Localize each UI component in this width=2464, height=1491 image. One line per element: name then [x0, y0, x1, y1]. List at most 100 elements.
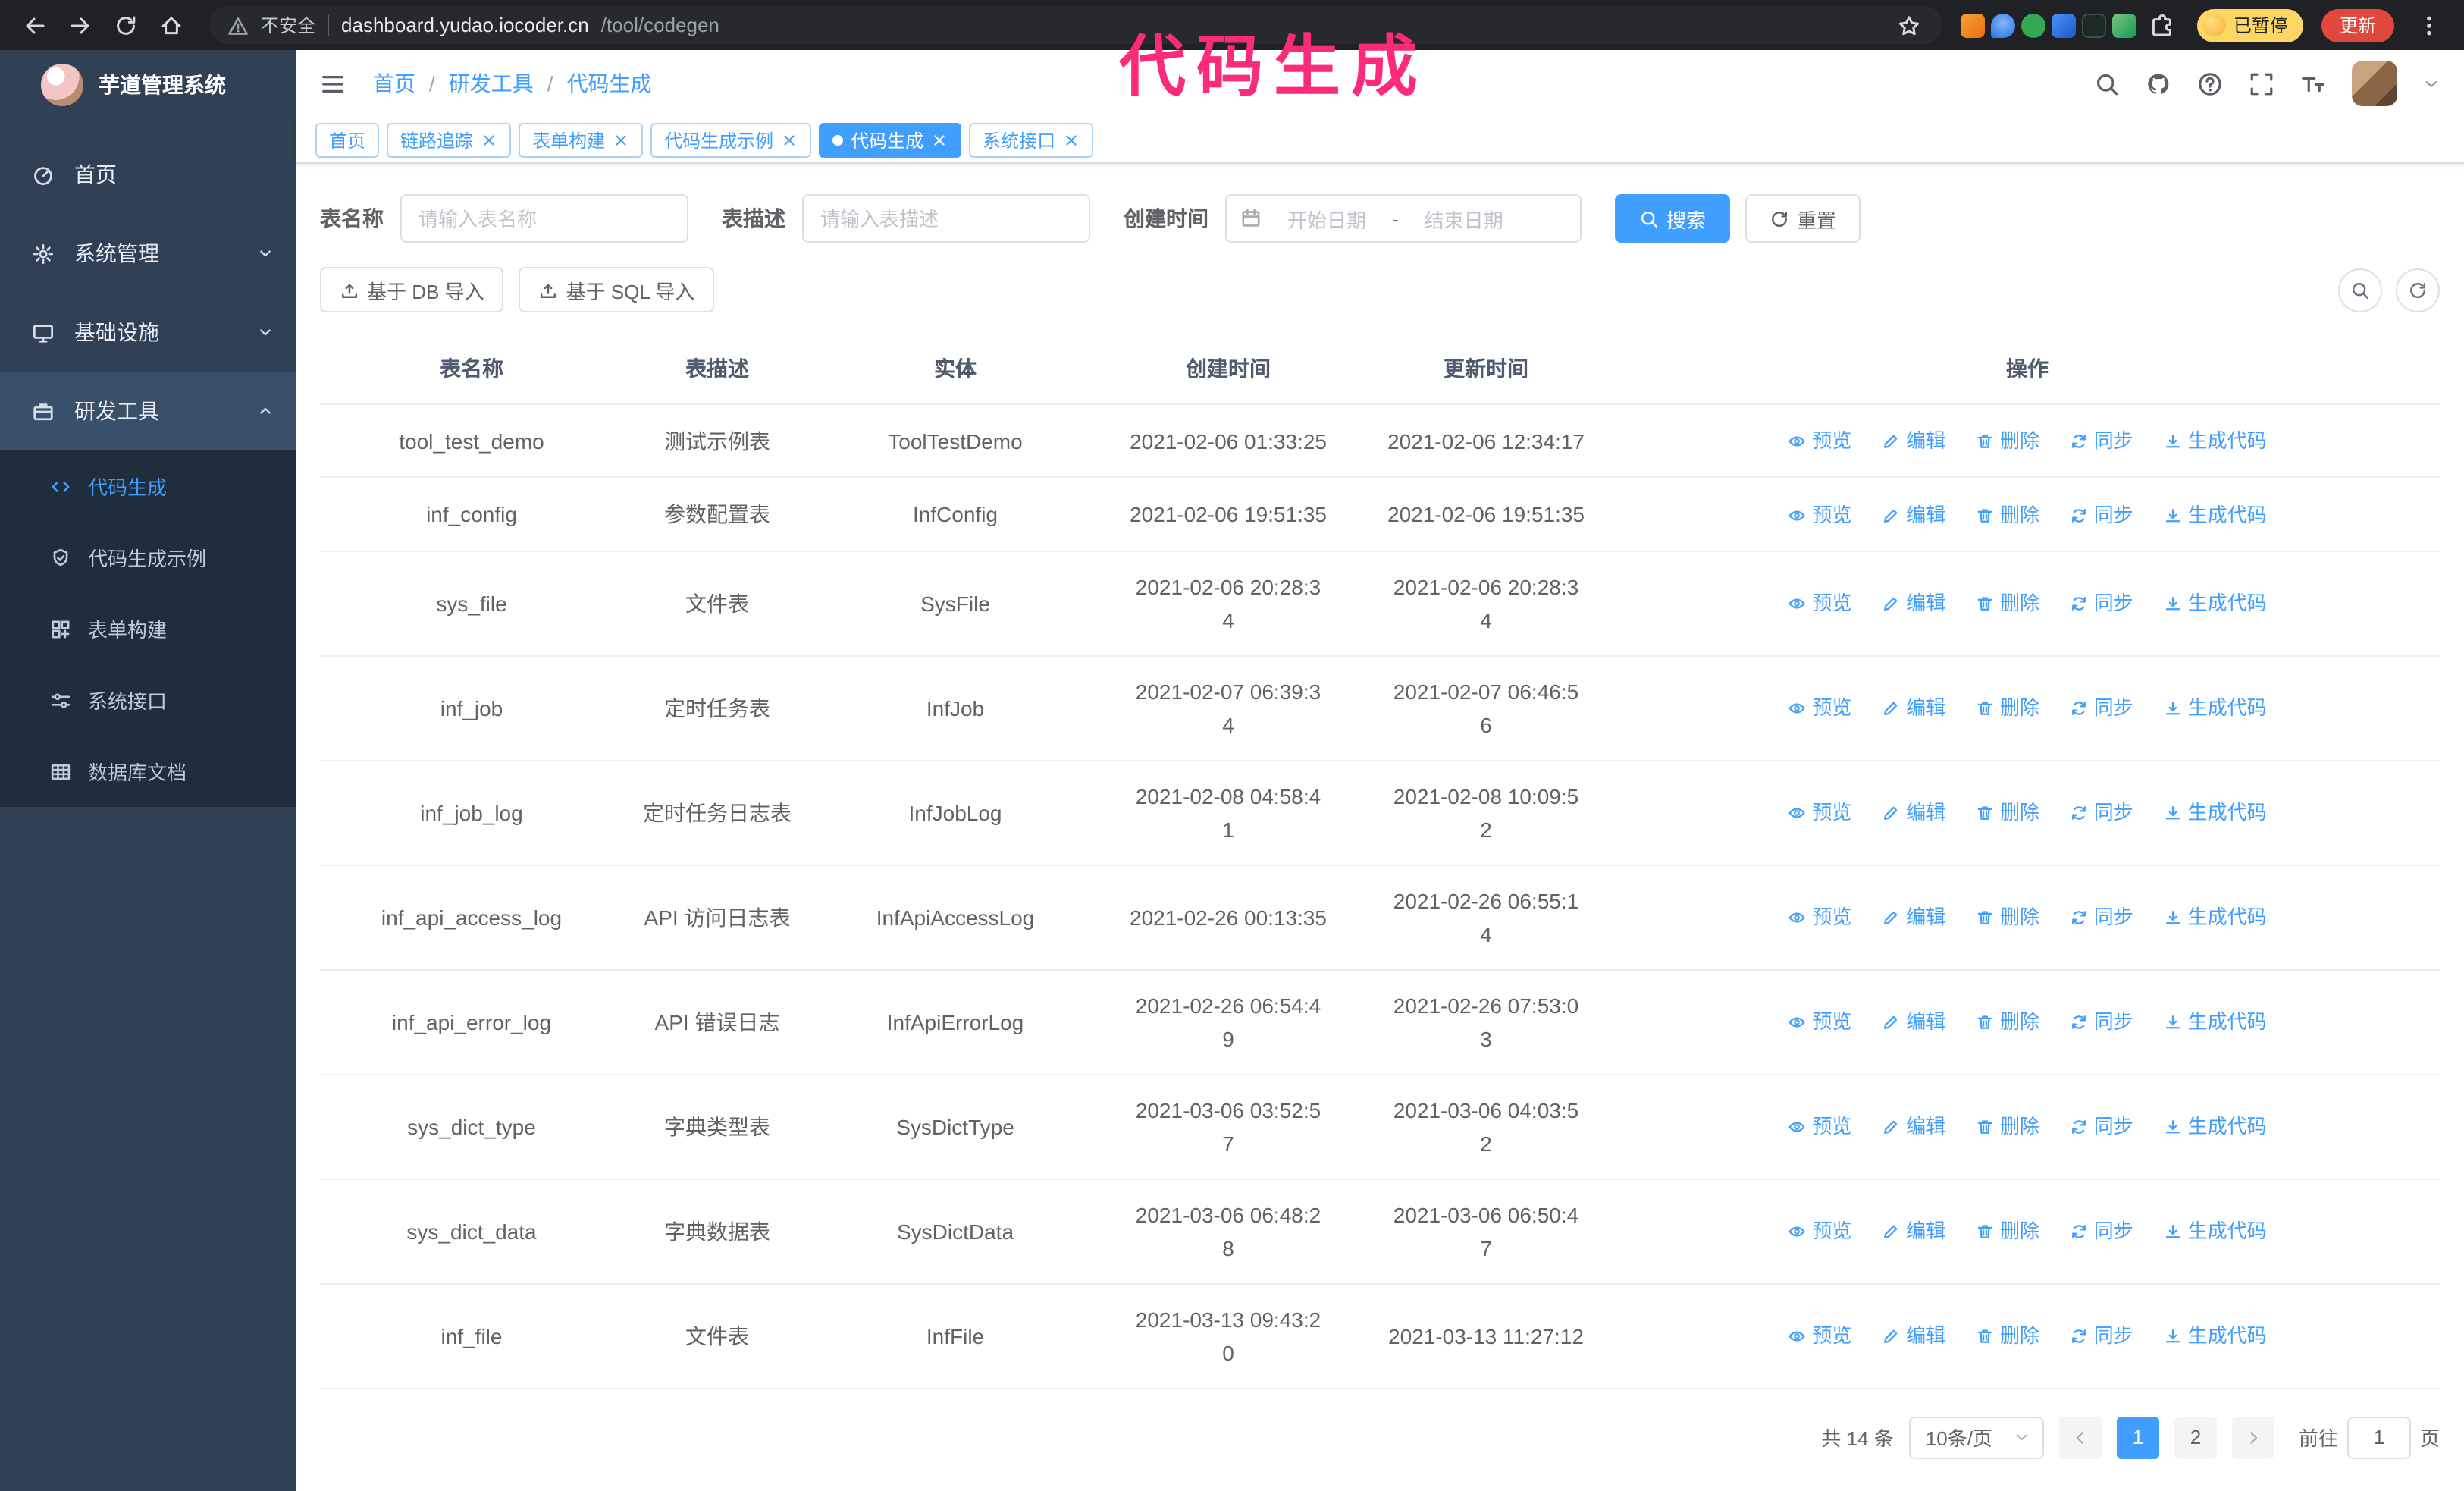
page-button-1[interactable]: 1	[2116, 1416, 2159, 1459]
delete-link[interactable]: 删除	[1976, 1320, 2039, 1353]
sync-link[interactable]: 同步	[2070, 1215, 2133, 1248]
refresh-table-button[interactable]	[2396, 268, 2440, 312]
prev-page-button[interactable]	[2058, 1416, 2102, 1459]
edit-link[interactable]: 编辑	[1882, 1006, 1945, 1039]
preview-link[interactable]: 预览	[1788, 1215, 1851, 1248]
breadcrumb-devtools[interactable]: 研发工具	[449, 68, 534, 99]
generate-code-link[interactable]: 生成代码	[2164, 1320, 2267, 1353]
preview-link[interactable]: 预览	[1788, 498, 1851, 532]
generate-code-link[interactable]: 生成代码	[2164, 796, 2267, 830]
delete-link[interactable]: 删除	[1976, 1006, 2039, 1039]
sidebar-item-api[interactable]: 系统接口	[0, 664, 296, 736]
generate-code-link[interactable]: 生成代码	[2164, 1006, 2267, 1039]
sync-link[interactable]: 同步	[2070, 425, 2133, 459]
sync-link[interactable]: 同步	[2070, 692, 2133, 725]
edit-link[interactable]: 编辑	[1882, 1110, 1945, 1144]
edit-link[interactable]: 编辑	[1882, 425, 1945, 459]
extension-icon-6[interactable]	[2111, 13, 2136, 37]
extensions-puzzle-button[interactable]	[2143, 5, 2182, 45]
delete-link[interactable]: 删除	[1976, 498, 2039, 532]
preview-link[interactable]: 预览	[1788, 1110, 1851, 1144]
generate-code-link[interactable]: 生成代码	[2164, 498, 2267, 532]
preview-link[interactable]: 预览	[1788, 796, 1851, 830]
goto-page-input[interactable]	[2346, 1416, 2411, 1459]
sync-link[interactable]: 同步	[2070, 1006, 2133, 1039]
tag-form-builder[interactable]: 表单构建	[519, 122, 644, 157]
delete-link[interactable]: 删除	[1976, 587, 2039, 620]
edit-link[interactable]: 编辑	[1882, 587, 1945, 620]
generate-code-link[interactable]: 生成代码	[2164, 587, 2267, 620]
font-size-button[interactable]	[2300, 71, 2326, 96]
tag-home[interactable]: 首页	[315, 122, 380, 157]
preview-link[interactable]: 预览	[1788, 1320, 1851, 1353]
close-icon[interactable]	[613, 131, 629, 148]
delete-link[interactable]: 删除	[1976, 425, 2039, 459]
generate-code-link[interactable]: 生成代码	[2164, 425, 2267, 459]
tag-tracing[interactable]: 链路追踪	[387, 122, 512, 157]
generate-code-link[interactable]: 生成代码	[2164, 1110, 2267, 1144]
sidebar-item-system[interactable]: 系统管理	[0, 214, 296, 293]
preview-link[interactable]: 预览	[1788, 1006, 1851, 1039]
back-button[interactable]	[15, 5, 55, 45]
extension-icon-4[interactable]	[2051, 13, 2076, 37]
import-sql-button[interactable]: 基于 SQL 导入	[519, 267, 715, 312]
reset-button[interactable]: 重置	[1745, 194, 1861, 243]
delete-link[interactable]: 删除	[1976, 1215, 2039, 1248]
close-icon[interactable]	[1063, 131, 1080, 148]
extension-icon-2[interactable]	[1990, 13, 2015, 37]
preview-link[interactable]: 预览	[1788, 587, 1851, 620]
extension-icon-5[interactable]	[2081, 13, 2106, 37]
generate-code-link[interactable]: 生成代码	[2164, 901, 2267, 934]
page-button-2[interactable]: 2	[2174, 1416, 2217, 1459]
delete-link[interactable]: 删除	[1976, 796, 2039, 830]
browser-menu-button[interactable]	[2409, 5, 2449, 45]
tag-codegen-example[interactable]: 代码生成示例	[650, 122, 812, 157]
table-desc-input[interactable]	[802, 194, 1090, 243]
edit-link[interactable]: 编辑	[1882, 796, 1945, 830]
sidebar-item-home[interactable]: 首页	[0, 135, 296, 214]
delete-link[interactable]: 删除	[1976, 901, 2039, 934]
page-size-select[interactable]: 10条/页	[1908, 1416, 2044, 1459]
delete-link[interactable]: 删除	[1976, 692, 2039, 725]
tag-codegen[interactable]: 代码生成	[819, 122, 962, 157]
close-icon[interactable]	[931, 131, 948, 148]
edit-link[interactable]: 编辑	[1882, 901, 1945, 934]
breadcrumb-home[interactable]: 首页	[373, 68, 415, 99]
delete-link[interactable]: 删除	[1976, 1110, 2039, 1144]
generate-code-link[interactable]: 生成代码	[2164, 692, 2267, 725]
edit-link[interactable]: 编辑	[1882, 498, 1945, 532]
generate-code-link[interactable]: 生成代码	[2164, 1215, 2267, 1248]
sidebar-item-form-builder[interactable]: 表单构建	[0, 593, 296, 664]
table-name-input[interactable]	[400, 194, 688, 243]
address-bar[interactable]: 不安全 dashboard.yudao.iocoder.cn/tool/code…	[209, 6, 1942, 44]
help-button[interactable]	[2197, 71, 2223, 96]
sidebar-item-codegen-example[interactable]: 代码生成示例	[0, 522, 296, 593]
avatar-caret-down-icon[interactable]	[2423, 75, 2440, 92]
sync-link[interactable]: 同步	[2070, 498, 2133, 532]
sync-link[interactable]: 同步	[2070, 587, 2133, 620]
bookmark-star-button[interactable]	[1894, 10, 1924, 40]
edit-link[interactable]: 编辑	[1882, 1215, 1945, 1248]
profile-paused-chip[interactable]: 已暂停	[2196, 8, 2303, 42]
forward-button[interactable]	[61, 5, 100, 45]
sync-link[interactable]: 同步	[2070, 1320, 2133, 1353]
search-button[interactable]: 搜索	[1615, 194, 1731, 243]
extension-icon-1[interactable]	[1960, 13, 1985, 37]
next-page-button[interactable]	[2231, 1416, 2274, 1459]
preview-link[interactable]: 预览	[1788, 425, 1851, 459]
sync-link[interactable]: 同步	[2070, 1110, 2133, 1144]
extension-icon-3[interactable]	[2020, 13, 2045, 37]
home-button[interactable]	[152, 5, 191, 45]
user-avatar[interactable]	[2352, 61, 2397, 106]
reload-button[interactable]	[106, 5, 146, 45]
edit-link[interactable]: 编辑	[1882, 692, 1945, 725]
sync-link[interactable]: 同步	[2070, 901, 2133, 934]
sidebar-item-codegen[interactable]: 代码生成	[0, 450, 296, 522]
sidebar-collapse-button[interactable]	[320, 71, 346, 96]
sync-link[interactable]: 同步	[2070, 796, 2133, 830]
close-icon[interactable]	[781, 131, 798, 148]
app-logo[interactable]: 芋道管理系统	[0, 50, 296, 120]
toggle-search-button[interactable]	[2338, 268, 2382, 312]
fullscreen-button[interactable]	[2249, 71, 2274, 96]
close-icon[interactable]	[481, 131, 497, 148]
